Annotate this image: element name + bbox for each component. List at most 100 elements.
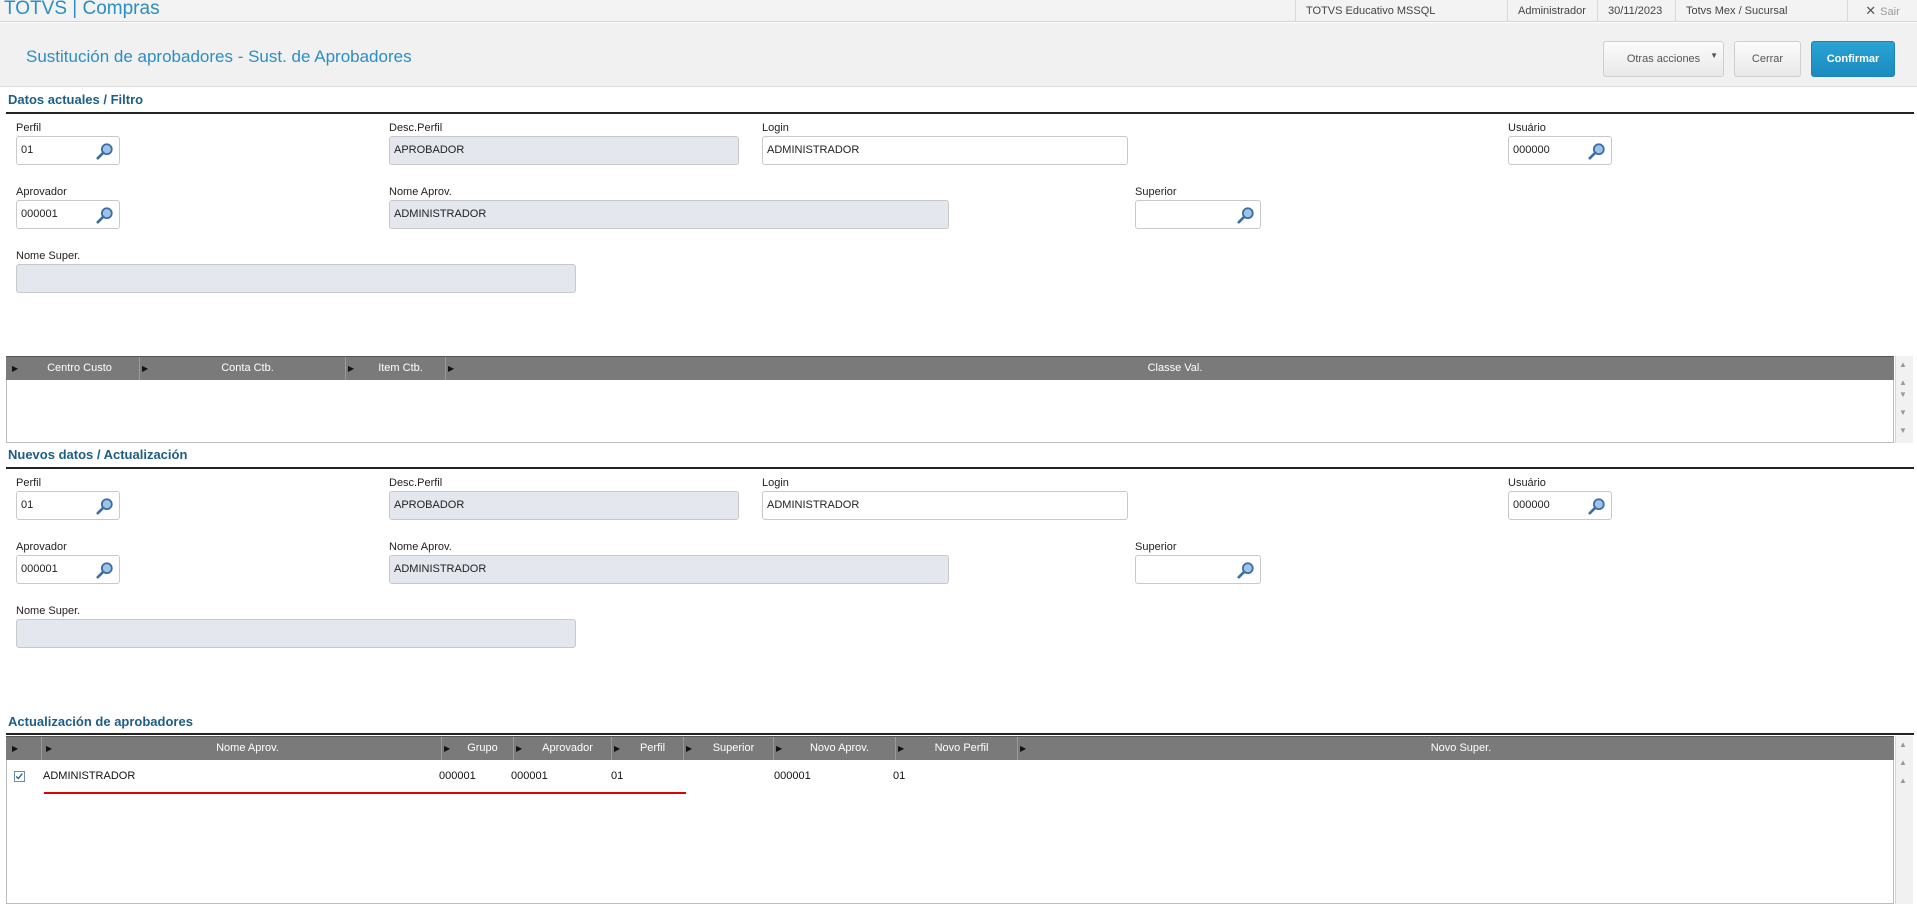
column-header[interactable]: Novo Perfil	[906, 737, 1018, 760]
column-arrow-icon[interactable]: ▶	[348, 357, 354, 380]
column-header[interactable]: Centro Custo	[20, 357, 140, 380]
filter-grid-header: ▶ Centro Custo ▶ Conta Ctb. ▶ Item Ctb. …	[6, 356, 1894, 380]
new-usuario-field[interactable]: 000000	[1508, 491, 1612, 520]
desc-perfil-field: APROBADOR	[389, 136, 739, 165]
nome-super-field	[16, 264, 576, 293]
column-arrow-icon[interactable]: ▶	[46, 737, 52, 760]
scroll-top-icon[interactable]: ▲	[1899, 360, 1907, 369]
row-checkbox[interactable]	[14, 771, 25, 782]
login-label: Login	[762, 122, 789, 134]
caret-down-icon: ▼	[1710, 51, 1718, 60]
scroll-bottom-icon[interactable]: ▼	[1899, 426, 1907, 435]
search-icon[interactable]	[96, 206, 114, 224]
nome-super-label: Nome Super.	[16, 605, 81, 617]
search-icon[interactable]	[1237, 206, 1255, 224]
nome-super-label: Nome Super.	[16, 250, 81, 262]
usuario-label: Usuário	[1508, 122, 1546, 134]
column-arrow-icon[interactable]: ▶	[776, 737, 782, 760]
top-bar: TOTVS | Compras TOTVS Educativo MSSQL P2…	[0, 0, 1917, 39]
column-header-select[interactable]	[20, 737, 42, 760]
login-label: Login	[762, 477, 789, 489]
aprovador-field[interactable]: 000001	[16, 200, 120, 229]
close-button[interactable]: Cerrar	[1734, 41, 1801, 77]
column-arrow-icon[interactable]: ▶	[12, 357, 18, 380]
column-arrow-icon[interactable]: ▶	[516, 737, 522, 760]
new-login-field[interactable]: ADMINISTRADOR	[762, 491, 1128, 520]
aprovador-label: Aprovador	[16, 186, 67, 198]
close-icon: ✕	[1865, 3, 1877, 18]
column-arrow-icon[interactable]: ▶	[614, 737, 620, 760]
cell-perfil: 01	[611, 770, 624, 782]
highlight-underline	[44, 792, 686, 794]
scroll-up-icon[interactable]: ▲	[1899, 776, 1907, 785]
search-icon[interactable]	[96, 497, 114, 515]
search-icon[interactable]	[96, 142, 114, 160]
search-icon[interactable]	[96, 561, 114, 579]
cell-grupo: 000001	[439, 770, 476, 782]
scroll-top-icon[interactable]: ▲	[1899, 740, 1907, 749]
aprovador-label: Aprovador	[16, 541, 67, 553]
column-header[interactable]: Grupo	[452, 737, 514, 760]
filter-section-title: Datos actuales / Filtro	[8, 92, 144, 107]
column-header[interactable]: Item Ctb.	[356, 357, 446, 380]
section-divider	[6, 733, 1914, 735]
column-arrow-icon[interactable]: ▶	[142, 357, 148, 380]
approvers-section-title: Actualización de aprobadores	[8, 714, 193, 729]
column-header[interactable]: Classe Val.	[456, 357, 1894, 380]
environment-label: TOTVS Educativo MSSQL P2210_mex	[1295, 0, 1506, 39]
column-header[interactable]: Perfil	[622, 737, 684, 760]
page-header: Sustitución de aprobadores - Sust. de Ap…	[0, 23, 1917, 87]
section-divider	[6, 467, 1914, 469]
superior-field[interactable]	[1135, 200, 1261, 229]
new-aprovador-field[interactable]: 000001	[16, 555, 120, 584]
superior-label: Superior	[1135, 186, 1177, 198]
column-arrow-icon[interactable]: ▶	[12, 737, 18, 760]
filter-grid-scrollbar[interactable]: ▲ ▲ ▼ ▼ ▼	[1895, 356, 1913, 443]
login-field[interactable]: ADMINISTRADOR	[762, 136, 1128, 165]
column-header[interactable]: Aprovador	[524, 737, 612, 760]
approvers-grid-header: ▶ ▶ Nome Aprov. ▶ Grupo ▶ Aprovador ▶ Pe…	[6, 736, 1894, 760]
scroll-up-icon[interactable]: ▲	[1899, 758, 1907, 767]
new-nome-super-field	[16, 619, 576, 648]
scroll-down-icon[interactable]: ▼	[1899, 390, 1907, 399]
approvers-grid-body[interactable]: ADMINISTRADOR 000001 000001 01 000001 01	[6, 760, 1894, 904]
new-superior-field[interactable]	[1135, 555, 1261, 584]
nome-aprov-label: Nome Aprov.	[389, 186, 452, 198]
usuario-field[interactable]: 000000	[1508, 136, 1612, 165]
column-header[interactable]: Conta Ctb.	[150, 357, 346, 380]
section-divider	[6, 112, 1914, 114]
usuario-label: Usuário	[1508, 477, 1546, 489]
search-icon[interactable]	[1237, 561, 1255, 579]
table-row[interactable]: ADMINISTRADOR 000001 000001 01 000001 01	[7, 760, 1895, 788]
scroll-down-icon[interactable]: ▼	[1899, 408, 1907, 417]
column-arrow-icon[interactable]: ▶	[1020, 737, 1026, 760]
new-nome-aprov-field: ADMINISTRADOR	[389, 555, 949, 584]
perfil-field[interactable]: 01	[16, 136, 120, 165]
search-icon[interactable]	[1588, 497, 1606, 515]
column-header[interactable]: Superior	[694, 737, 774, 760]
column-arrow-icon[interactable]: ▶	[686, 737, 692, 760]
filter-grid-body[interactable]	[6, 380, 1894, 443]
scroll-up-icon[interactable]: ▲	[1899, 378, 1907, 387]
new-perfil-field[interactable]: 01	[16, 491, 120, 520]
column-header[interactable]: Novo Aprov.	[784, 737, 896, 760]
perfil-label: Perfil	[16, 477, 42, 489]
confirm-button[interactable]: Confirmar	[1811, 41, 1895, 77]
column-arrow-icon[interactable]: ▶	[448, 357, 454, 380]
search-icon[interactable]	[1588, 142, 1606, 160]
column-arrow-icon[interactable]: ▶	[898, 737, 904, 760]
column-header[interactable]: Novo Super.	[1028, 737, 1894, 760]
cell-aprovador: 000001	[511, 770, 548, 782]
update-section-title: Nuevos datos / Actualización	[8, 447, 188, 462]
exit-button[interactable]: ✕ Sair	[1847, 0, 1917, 22]
nome-aprov-label: Nome Aprov.	[389, 541, 452, 553]
cell-novo-aprov: 000001	[774, 770, 811, 782]
branch-label[interactable]: Totvs Mex / Sucursal Mex	[1675, 0, 1815, 39]
other-actions-button[interactable]: Otras acciones ▼	[1603, 41, 1724, 77]
column-arrow-icon[interactable]: ▶	[444, 737, 450, 760]
app-title: TOTVS | Compras	[4, 0, 160, 19]
approvers-grid-scrollbar[interactable]: ▲ ▲ ▲	[1895, 736, 1913, 904]
perfil-label: Perfil	[16, 122, 42, 134]
check-icon	[15, 773, 23, 780]
column-header[interactable]: Nome Aprov.	[54, 737, 442, 760]
